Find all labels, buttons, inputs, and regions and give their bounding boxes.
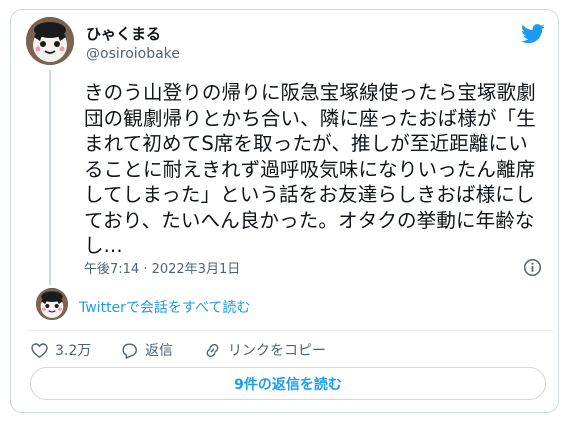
divider: [26, 330, 555, 331]
tweet-text-line: ることに耐えきれず過呼吸気味になりいったん離席: [84, 157, 536, 181]
tweet-text-line: 団の観劇帰りとかち合い、隣に座ったおば様が「生: [84, 106, 536, 130]
like-count: 3.2万: [55, 343, 92, 359]
tweet-text-line: してしまった」という話をお友達らしきおば様にし: [84, 183, 535, 206]
tweet-text-line: まれて初めてS席を取ったが、推しが至近距離にい: [84, 132, 528, 155]
info-icon[interactable]: [523, 258, 542, 277]
copy-link-button[interactable]: リンクをコピー: [203, 340, 326, 360]
thread-connector-line: [49, 70, 51, 285]
author-display-name[interactable]: ひゃくまる: [86, 23, 161, 44]
author-handle[interactable]: @osiroiobake: [86, 46, 180, 62]
author-avatar[interactable]: [26, 17, 74, 65]
read-replies-button[interactable]: 9件の返信を読む: [30, 367, 546, 400]
tweet-text-line: きのう山登りの帰りに阪急宝塚線使ったら宝塚歌劇: [84, 81, 536, 104]
tweet-timestamp[interactable]: 午後7:14 · 2022年3月1日: [84, 258, 240, 277]
reply-label: 返信: [145, 343, 173, 359]
read-conversation-link[interactable]: Twitterで会話をすべて読む: [79, 297, 250, 317]
link-icon: [206, 343, 219, 357]
tweet-text-line: ており、たいへん良かった。オタクの挙動に年齢な: [84, 208, 535, 232]
reply-button[interactable]: 返信: [120, 340, 173, 360]
like-button[interactable]: 3.2万: [30, 340, 91, 360]
copy-link-label: リンクをコピー: [228, 343, 326, 359]
viewer-avatar: [36, 288, 68, 320]
tweet-text: きのう山登りの帰りに阪急宝塚線使ったら宝塚歌劇 団の観劇帰りとかち合い、隣に座っ…: [84, 80, 544, 259]
avatar-character-image: [36, 288, 68, 320]
avatar-character-image: [26, 17, 74, 65]
heart-icon: [31, 342, 48, 358]
reply-bubble-icon: [122, 342, 137, 359]
tweet-text-line: し...: [84, 234, 123, 257]
twitter-bird-icon[interactable]: [521, 24, 545, 44]
